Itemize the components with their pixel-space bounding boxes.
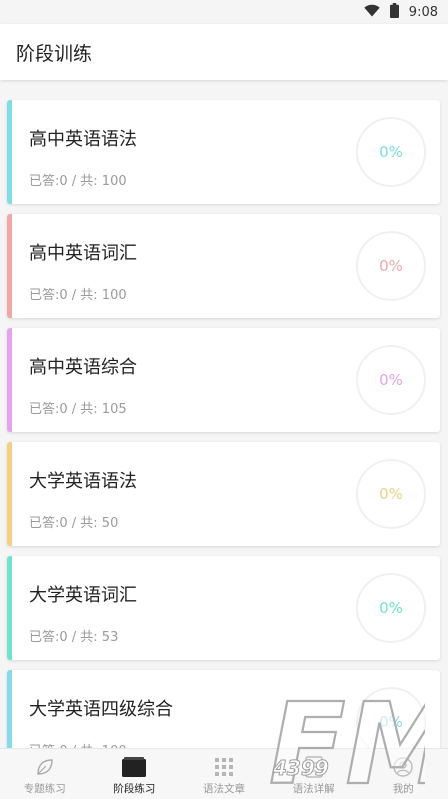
stage-card[interactable]: 大学英语词汇 已答:0 / 共: 53 0% xyxy=(7,556,440,660)
progress-ring: 0% xyxy=(356,687,426,748)
progress-ring: 0% xyxy=(356,573,426,643)
card-title: 大学英语语法 xyxy=(29,471,137,492)
tab-stage-practice[interactable]: 阶段练习 xyxy=(90,749,180,799)
card-accent xyxy=(7,328,12,432)
card-progress-text: 已答:0 / 共: 53 xyxy=(29,630,119,645)
card-accent xyxy=(7,100,12,204)
stage-card[interactable]: 大学英语四级综合 已答:0 / 共: 100 0% xyxy=(7,670,440,748)
bottom-tab-bar: 专题练习 阶段练习 语法文章 语法详解 我的 xyxy=(0,748,448,799)
card-progress-text: 已答:0 / 共: 100 xyxy=(29,740,127,748)
card-progress-text: 已答:0 / 共: 105 xyxy=(29,402,127,417)
tab-label: 我的 xyxy=(392,783,414,795)
status-bar: 9:08 xyxy=(0,0,448,24)
card-title: 大学英语四级综合 xyxy=(29,699,173,720)
card-accent xyxy=(7,442,12,546)
card-accent xyxy=(7,214,12,318)
progress-ring: 0% xyxy=(356,117,426,187)
stage-card[interactable]: 大学英语语法 已答:0 / 共: 50 0% xyxy=(7,442,440,546)
tab-label: 语法详解 xyxy=(292,783,335,795)
tab-profile[interactable]: 我的 xyxy=(358,749,448,799)
tab-label: 语法文章 xyxy=(202,783,245,795)
tab-label: 专题练习 xyxy=(23,783,66,795)
stage-list: 高中英语语法 已答:0 / 共: 100 0% 高中英语词汇 已答:0 / 共:… xyxy=(0,86,448,748)
stage-card[interactable]: 高中英语综合 已答:0 / 共: 105 0% xyxy=(7,328,440,432)
card-accent xyxy=(7,556,12,660)
document-icon xyxy=(304,756,323,778)
status-icons: 9:08 xyxy=(364,3,438,22)
tab-topic-practice[interactable]: 专题练习 xyxy=(0,749,90,799)
card-title: 高中英语词汇 xyxy=(29,243,137,264)
tab-grammar-articles[interactable]: 语法文章 xyxy=(179,749,269,799)
status-time: 9:08 xyxy=(408,5,438,20)
card-progress-text: 已答:0 / 共: 100 xyxy=(29,288,127,303)
progress-ring: 0% xyxy=(356,345,426,415)
grid-icon xyxy=(214,756,234,778)
progress-ring: 0% xyxy=(356,231,426,301)
app-bar: 阶段训练 xyxy=(0,24,448,80)
tab-grammar-details[interactable]: 语法详解 xyxy=(269,749,359,799)
profile-icon xyxy=(392,756,414,778)
card-title: 大学英语词汇 xyxy=(29,585,137,606)
tab-label: 阶段练习 xyxy=(113,783,156,795)
stage-card[interactable]: 高中英语词汇 已答:0 / 共: 100 0% xyxy=(7,214,440,318)
battery-icon xyxy=(389,3,399,22)
card-progress-text: 已答:0 / 共: 50 xyxy=(29,516,119,531)
book-icon xyxy=(121,756,147,778)
wifi-icon xyxy=(364,4,380,21)
card-title: 高中英语语法 xyxy=(29,129,137,150)
leaf-icon xyxy=(34,756,56,778)
card-accent xyxy=(7,670,12,748)
progress-ring: 0% xyxy=(356,459,426,529)
card-title: 高中英语综合 xyxy=(29,357,137,378)
page-title: 阶段训练 xyxy=(16,43,93,65)
card-progress-text: 已答:0 / 共: 100 xyxy=(29,174,127,189)
stage-card[interactable]: 高中英语语法 已答:0 / 共: 100 0% xyxy=(7,100,440,204)
